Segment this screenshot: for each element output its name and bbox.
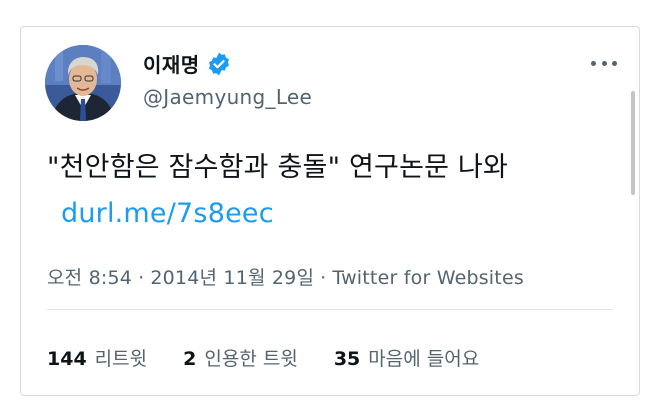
avatar-photo-icon	[45, 45, 121, 121]
tweet-body: "천안함은 잠수함과 충돌" 연구논문 나와	[47, 152, 509, 183]
tweet-text: "천안함은 잠수함과 충돌" 연구논문 나와 durl.me/7s8eec	[47, 145, 607, 237]
like-count: 35	[333, 348, 361, 370]
like-label: 마음에 들어요	[368, 348, 480, 370]
scrollbar[interactable]	[631, 91, 635, 195]
retweet-stat[interactable]: 144 리트윗	[47, 344, 147, 371]
quote-count: 2	[183, 348, 197, 370]
author-name-row: 이재명	[143, 49, 232, 78]
tweet-meta: 오전 8:54 · 2014년 11월 29일 · Twitter for Websit…	[47, 263, 524, 290]
more-options-icon[interactable]	[591, 53, 617, 73]
tweet-date[interactable]: 2014년 11월 29일	[150, 267, 314, 289]
meta-separator: ·	[320, 267, 327, 289]
verified-badge-icon	[208, 52, 229, 75]
tweet-stats: 144 리트윗 2 인용한 트윗 35 마음에 들어요	[47, 344, 515, 371]
tweet-card: 이재명 @Jaemyung_Lee "천안함은 잠수함과 충돌" 연구논문 나와…	[20, 26, 640, 396]
avatar[interactable]	[45, 45, 121, 121]
tweet-time[interactable]: 오전 8:54	[47, 267, 132, 289]
tweet-link[interactable]: durl.me/7s8eec	[61, 198, 274, 229]
tweet-source[interactable]: Twitter for Websites	[332, 267, 524, 289]
quote-label: 인용한 트윗	[204, 348, 298, 370]
quote-stat[interactable]: 2 인용한 트윗	[183, 344, 298, 371]
like-stat[interactable]: 35 마음에 들어요	[334, 344, 479, 371]
retweet-label: 리트윗	[94, 348, 148, 370]
meta-separator: ·	[138, 267, 145, 289]
author-display-name[interactable]: 이재명	[143, 49, 200, 78]
divider	[47, 309, 613, 310]
retweet-count: 144	[47, 348, 87, 370]
author-handle[interactable]: @Jaemyung_Lee	[143, 85, 312, 109]
